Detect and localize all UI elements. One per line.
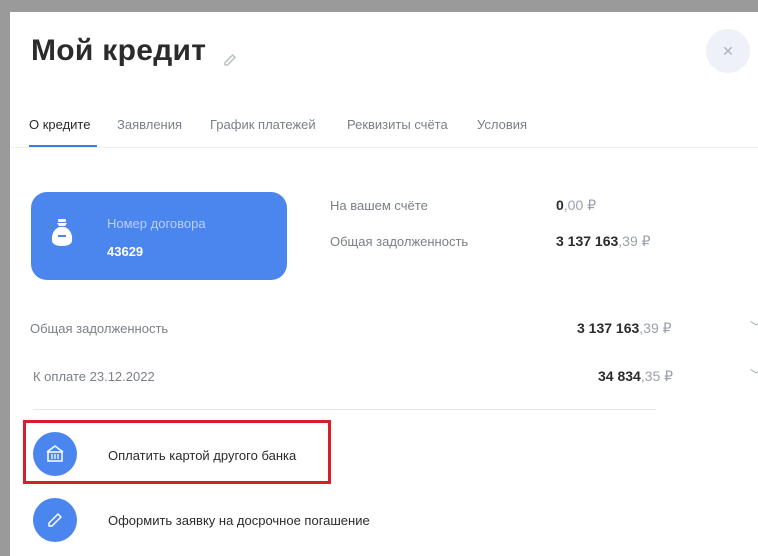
debt-fraction: ,39 ₽ (618, 233, 651, 249)
debt-integer: 3 137 163 (556, 233, 619, 249)
total-debt-row-label[interactable]: Общая задолженность (30, 321, 168, 336)
close-button[interactable]: ✕ (706, 29, 750, 73)
contract-number: 43629 (107, 244, 144, 259)
early-repayment-button[interactable] (33, 498, 77, 542)
tab-account-details[interactable]: Реквизиты счёта (347, 117, 448, 132)
money-bag-icon (51, 219, 73, 246)
tab-about-credit[interactable]: О кредите (29, 117, 90, 132)
payment-due-row-label[interactable]: К оплате 23.12.2022 (33, 369, 155, 384)
payment-due-fraction: ,35 ₽ (640, 368, 674, 384)
payment-due-integer: 34 834 (598, 368, 641, 384)
payment-due-row-value: 34 834,35 ₽ (598, 368, 673, 385)
section-divider (33, 409, 656, 410)
contract-card[interactable]: Номер договора 43629 (31, 192, 287, 280)
pencil-icon[interactable] (222, 52, 238, 68)
total-debt-row-value: 3 137 163,39 ₽ (577, 320, 672, 337)
tabs-divider (10, 147, 758, 148)
total-debt-integer: 3 137 163 (577, 320, 640, 336)
close-icon: ✕ (722, 42, 734, 59)
balance-value: 0,00 ₽ (556, 197, 596, 214)
tab-terms[interactable]: Условия (477, 117, 527, 132)
chevron-down-icon[interactable]: ﹀ (750, 318, 758, 335)
total-debt-fraction: ,39 ₽ (639, 320, 672, 336)
balance-fraction: ,00 ₽ (563, 197, 597, 213)
balance-label: На вашем счёте (330, 198, 428, 213)
page-title: Мой кредит (31, 34, 207, 67)
contract-number-label: Номер договора (107, 216, 206, 231)
tab-applications[interactable]: Заявления (117, 117, 182, 132)
pencil-icon (48, 513, 62, 527)
tab-payment-schedule[interactable]: График платежей (210, 117, 316, 132)
highlight-frame (23, 420, 331, 484)
chevron-down-icon[interactable]: ﹀ (750, 366, 758, 383)
debt-label: Общая задолженность (330, 234, 469, 249)
early-repayment-label[interactable]: Оформить заявку на досрочное погашение (108, 513, 370, 528)
credit-panel: Мой кредит ✕ О кредите Заявления График … (10, 12, 758, 556)
debt-value: 3 137 163,39 ₽ (556, 233, 651, 250)
balance-integer: 0 (556, 197, 564, 213)
